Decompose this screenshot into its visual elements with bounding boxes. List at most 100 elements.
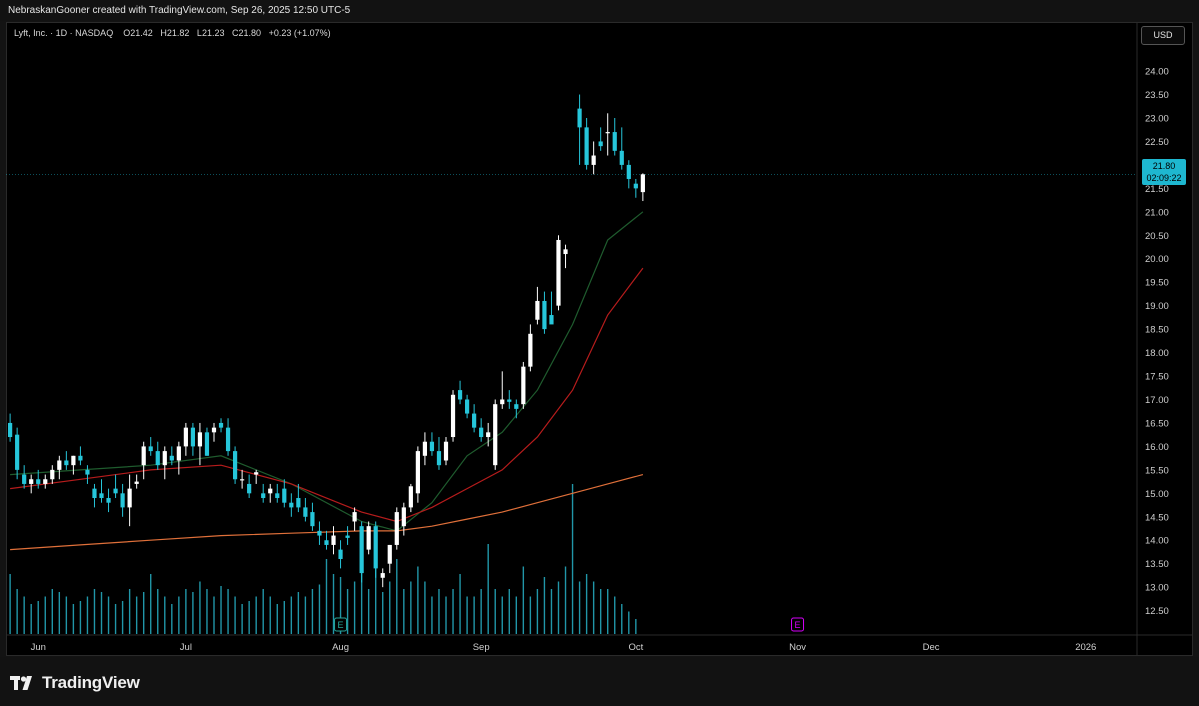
y-tick-label: 24.00 — [1145, 67, 1169, 78]
volume-bar — [494, 589, 496, 634]
volume-bar — [72, 604, 75, 634]
volume-bar — [227, 589, 229, 634]
tradingview-logo[interactable]: TradingView — [10, 673, 140, 693]
volume-bar — [417, 566, 419, 634]
volume-bar — [529, 596, 532, 634]
volume-bar — [185, 589, 187, 634]
candle-body — [619, 150, 624, 165]
candlestick-chart[interactable]: EE 24.0023.5023.0022.5022.0021.5021.0020… — [6, 22, 1193, 656]
axes: 24.0023.5023.0022.5022.0021.5021.0020.50… — [6, 22, 1193, 656]
x-tick-label: Jul — [180, 642, 192, 653]
volume-bar — [93, 589, 96, 634]
volume-bar — [473, 596, 475, 634]
attribution-text: NebraskanGooner created with TradingView… — [8, 5, 351, 16]
last-price-tag: 21.80 02:09:22 — [1142, 159, 1186, 185]
volume-bar — [304, 596, 307, 634]
volume-bar — [276, 604, 278, 634]
candle-body — [247, 483, 252, 494]
candle-body — [443, 441, 449, 461]
candle-body — [514, 404, 519, 409]
last-price-value: 21.80 — [1152, 161, 1176, 171]
candle-body — [43, 479, 48, 484]
candle-body — [134, 481, 139, 484]
candle-body — [387, 544, 392, 564]
volume-bar — [297, 592, 300, 634]
currency-button[interactable]: USD — [1141, 26, 1185, 45]
volume-bars — [9, 484, 637, 634]
candle-body — [633, 183, 638, 189]
candle-body — [127, 488, 132, 508]
volume-bar — [220, 586, 222, 634]
volume-bar — [121, 601, 124, 634]
volume-bar — [557, 581, 560, 634]
moving-averages — [10, 211, 644, 551]
symbol-info: Lyft, Inc. · 1D · NASDAQ — [14, 28, 114, 38]
candle-body — [282, 488, 287, 503]
candle-body — [254, 472, 259, 475]
candle-body — [317, 530, 322, 536]
volume-bar — [325, 559, 328, 634]
top-bar: NebraskanGooner created with TradingView… — [0, 0, 1199, 21]
x-tick-label: Nov — [789, 642, 806, 653]
volume-bar — [9, 574, 11, 634]
candle-body — [148, 446, 153, 452]
volume-bar — [550, 589, 553, 634]
volume-bar — [241, 604, 243, 634]
high-value: 21.82 — [166, 28, 190, 38]
volume-bar — [592, 581, 595, 634]
volume-bar — [262, 589, 264, 634]
volume-bar — [86, 596, 89, 634]
candle-body — [373, 526, 378, 569]
volume-bar — [346, 589, 349, 634]
volume-bar — [164, 596, 166, 634]
volume-bar — [543, 577, 546, 634]
candle-body — [605, 132, 610, 134]
candle-body — [408, 486, 413, 508]
volume-bar — [65, 596, 68, 634]
candle-body — [162, 451, 167, 466]
candle-body — [169, 455, 174, 461]
y-tick-label: 15.50 — [1145, 465, 1169, 476]
candle-body — [422, 441, 428, 456]
volume-bar — [410, 581, 412, 634]
candle-body — [289, 502, 294, 508]
y-tick-label: 18.00 — [1145, 348, 1169, 359]
x-tick-label: Jun — [31, 642, 46, 653]
close-value: 21.80 — [238, 28, 262, 38]
x-tick-label: Dec — [923, 642, 940, 653]
candle-body — [366, 526, 371, 550]
volume-bar — [142, 592, 145, 634]
volume-bar — [396, 559, 398, 634]
change-value: +0.23 (+1.07%) — [268, 28, 331, 38]
candle-body — [303, 507, 308, 517]
candle-body — [176, 446, 181, 461]
candle-body — [500, 399, 505, 405]
volume-bar — [30, 604, 32, 634]
y-tick-label: 18.50 — [1145, 325, 1169, 336]
candle-body — [486, 432, 491, 438]
candle-body — [50, 469, 55, 480]
volume-bar — [44, 596, 46, 634]
volume-bar — [283, 601, 286, 634]
volume-bar — [599, 589, 602, 634]
volume-bar — [58, 592, 61, 634]
volume-bar — [128, 589, 131, 634]
volume-bar — [459, 574, 461, 634]
candle-body — [464, 399, 470, 414]
volume-bar — [269, 596, 271, 634]
volume-bar — [480, 589, 482, 634]
volume-bar — [311, 589, 314, 634]
volume-bar — [114, 604, 117, 634]
volume-bar — [213, 596, 215, 634]
volume-bar — [192, 592, 194, 634]
candle-body — [310, 512, 315, 527]
volume-bar — [628, 611, 630, 634]
volume-bar — [445, 596, 447, 634]
candle-body — [211, 427, 217, 433]
candle-body — [563, 249, 568, 255]
moving-average-line — [10, 211, 644, 532]
candles — [8, 94, 645, 588]
earnings-marker-label: E — [338, 620, 344, 630]
volume-bar — [508, 589, 510, 634]
candle-body — [577, 108, 582, 128]
